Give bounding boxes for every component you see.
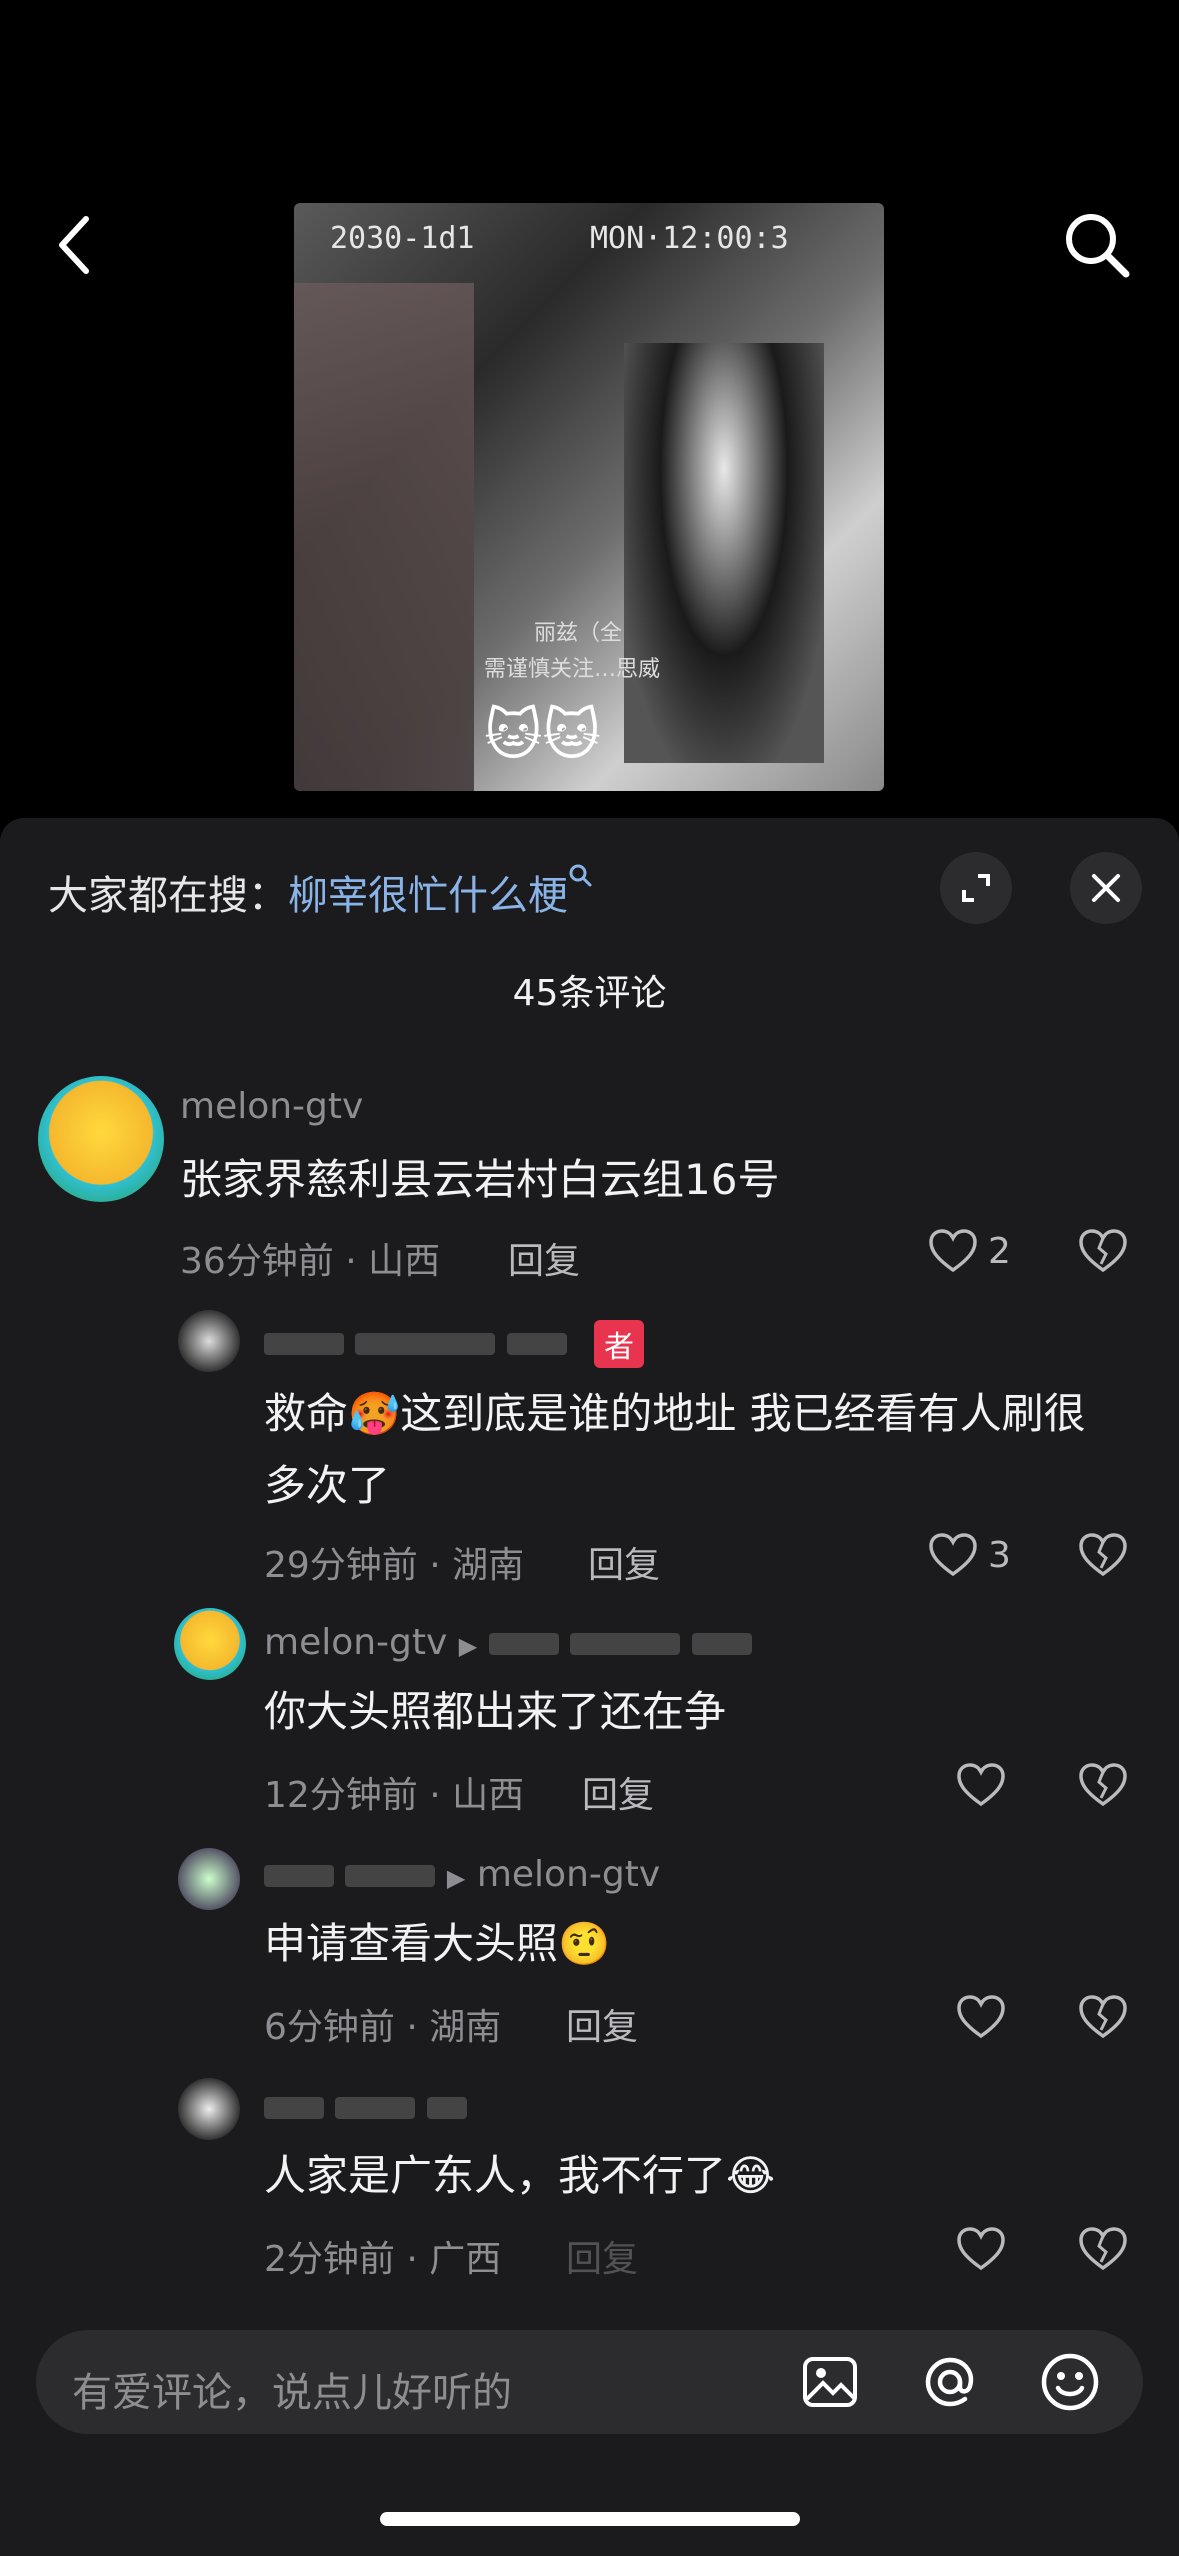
reply-button[interactable]: 回复 xyxy=(508,1232,580,1284)
heart-icon xyxy=(957,2227,1005,2271)
comment-author-redacted xyxy=(264,1322,567,1363)
thumbnail-caption-line1: 丽兹（全 xyxy=(534,621,623,646)
thumbnail-timestamp-time: MON·12:00:3 xyxy=(590,221,789,256)
comment-author-name: melon-gtv xyxy=(264,1622,448,1663)
like-button[interactable]: 2 xyxy=(928,1228,1011,1274)
heart-icon xyxy=(957,1995,1005,2039)
expand-icon xyxy=(962,874,990,902)
comment-input-bar[interactable]: 有爱评论，说点儿好听的 xyxy=(36,2330,1143,2434)
at-icon xyxy=(925,2357,974,2407)
back-button[interactable] xyxy=(44,205,104,285)
emoji-icon xyxy=(1041,2353,1099,2411)
comments-count: 45条评论 xyxy=(512,973,667,1014)
reply-arrow-icon: ▶ xyxy=(458,1632,478,1660)
comment-text: 张家界慈利县云岩村白云组16号 xyxy=(180,1155,780,1204)
comment-text: 救命🥵这到底是谁的地址 我已经看有人刷很多次了 xyxy=(264,1389,1086,1510)
avatar[interactable] xyxy=(178,1848,240,1910)
reply-button[interactable]: 回复 xyxy=(588,1536,660,1588)
broken-heart-icon xyxy=(1079,1763,1127,1807)
comment-author[interactable]: melon-gtv ▶ xyxy=(264,1622,752,1663)
dislike-button[interactable] xyxy=(1078,2226,1128,2276)
dislike-button[interactable] xyxy=(1078,1994,1128,2044)
search-icon xyxy=(1066,214,1130,278)
thumbnail-timestamp-date: 2030-1d1 xyxy=(330,221,475,256)
mention-button[interactable] xyxy=(920,2352,980,2412)
thumbnail-figure-left xyxy=(294,283,474,791)
comment-text: 申请查看大头照🤨 xyxy=(264,1919,611,1968)
comment-text: 你大头照都出来了还在争 xyxy=(264,1687,727,1736)
search-button[interactable] xyxy=(1052,200,1142,290)
reply-button[interactable]: 回复 xyxy=(582,1766,654,1818)
emoji-button[interactable] xyxy=(1040,2352,1100,2412)
dislike-button[interactable] xyxy=(1078,1762,1128,1812)
comment-author[interactable]: ▶ melon-gtv xyxy=(264,1854,660,1895)
comment-sheet: 大家都在搜：柳宰很忙什么梗 45条评论 melon-gtv 张家界慈利县云岩村白… xyxy=(0,818,1179,2556)
close-button[interactable] xyxy=(1070,852,1142,924)
comment-meta: 6分钟前 · 湖南 xyxy=(264,2007,502,2048)
broken-heart-icon xyxy=(1079,1229,1127,1273)
image-button[interactable] xyxy=(800,2352,860,2412)
reply-arrow-icon: ▶ xyxy=(446,1864,466,1892)
broken-heart-icon xyxy=(1079,1995,1127,2039)
video-area: 2030-1d1 MON·12:00:3 丽兹（全 需谨慎关注…思威 🐱🐱 xyxy=(0,0,1179,820)
expand-button[interactable] xyxy=(940,852,1012,924)
comment-input-placeholder[interactable]: 有爱评论，说点儿好听的 xyxy=(72,2360,512,2418)
comment-meta: 12分钟前 · 山西 xyxy=(264,1775,525,1816)
dislike-button[interactable] xyxy=(1078,1228,1128,1278)
author-tag: 者 xyxy=(594,1320,644,1368)
like-button[interactable]: 3 xyxy=(928,1532,1011,1578)
thumbnail-stickers: 🐱🐱 xyxy=(484,703,601,768)
comment-meta: 36分钟前 · 山西 xyxy=(180,1241,441,1282)
avatar[interactable] xyxy=(178,2078,240,2140)
thumbnail-figure-right xyxy=(624,343,824,763)
comment-author-redacted xyxy=(264,2086,467,2127)
comment-meta: 29分钟前 · 湖南 xyxy=(264,1545,525,1586)
like-button[interactable] xyxy=(956,2226,1016,2272)
home-indicator xyxy=(380,2512,800,2526)
avatar[interactable] xyxy=(38,1076,164,1202)
hot-search[interactable]: 大家都在搜：柳宰很忙什么梗 xyxy=(48,863,594,921)
chevron-left-icon xyxy=(59,216,89,274)
close-icon xyxy=(1092,874,1120,902)
like-button[interactable] xyxy=(956,1762,1016,1808)
like-button[interactable] xyxy=(956,1994,1016,2040)
image-icon xyxy=(803,2357,857,2407)
like-count: 2 xyxy=(988,1230,1011,1272)
heart-icon xyxy=(929,1229,977,1273)
hot-search-term[interactable]: 柳宰很忙什么梗 xyxy=(288,873,568,919)
like-count: 3 xyxy=(988,1534,1011,1576)
reply-button[interactable]: 回复 xyxy=(566,2230,638,2282)
hot-search-prefix: 大家都在搜： xyxy=(48,873,288,919)
comment-meta: 2分钟前 · 广西 xyxy=(264,2239,502,2280)
thumbnail-caption-line2: 需谨慎关注…思威 xyxy=(484,657,661,682)
reply-to-name: melon-gtv xyxy=(476,1854,661,1895)
reply-button[interactable]: 回复 xyxy=(566,1998,638,2050)
heart-icon xyxy=(929,1533,977,1577)
comment-text: 人家是广东人，我不行了😂 xyxy=(264,2151,776,2200)
video-thumbnail[interactable]: 2030-1d1 MON·12:00:3 丽兹（全 需谨慎关注…思威 🐱🐱 xyxy=(294,203,884,791)
comment-author[interactable]: melon-gtv xyxy=(180,1086,363,1127)
broken-heart-icon xyxy=(1079,2227,1127,2271)
heart-icon xyxy=(957,1763,1005,1807)
dislike-button[interactable] xyxy=(1078,1532,1128,1582)
avatar[interactable] xyxy=(178,1310,240,1372)
search-icon xyxy=(569,864,592,887)
avatar[interactable] xyxy=(174,1608,246,1680)
broken-heart-icon xyxy=(1079,1533,1127,1577)
